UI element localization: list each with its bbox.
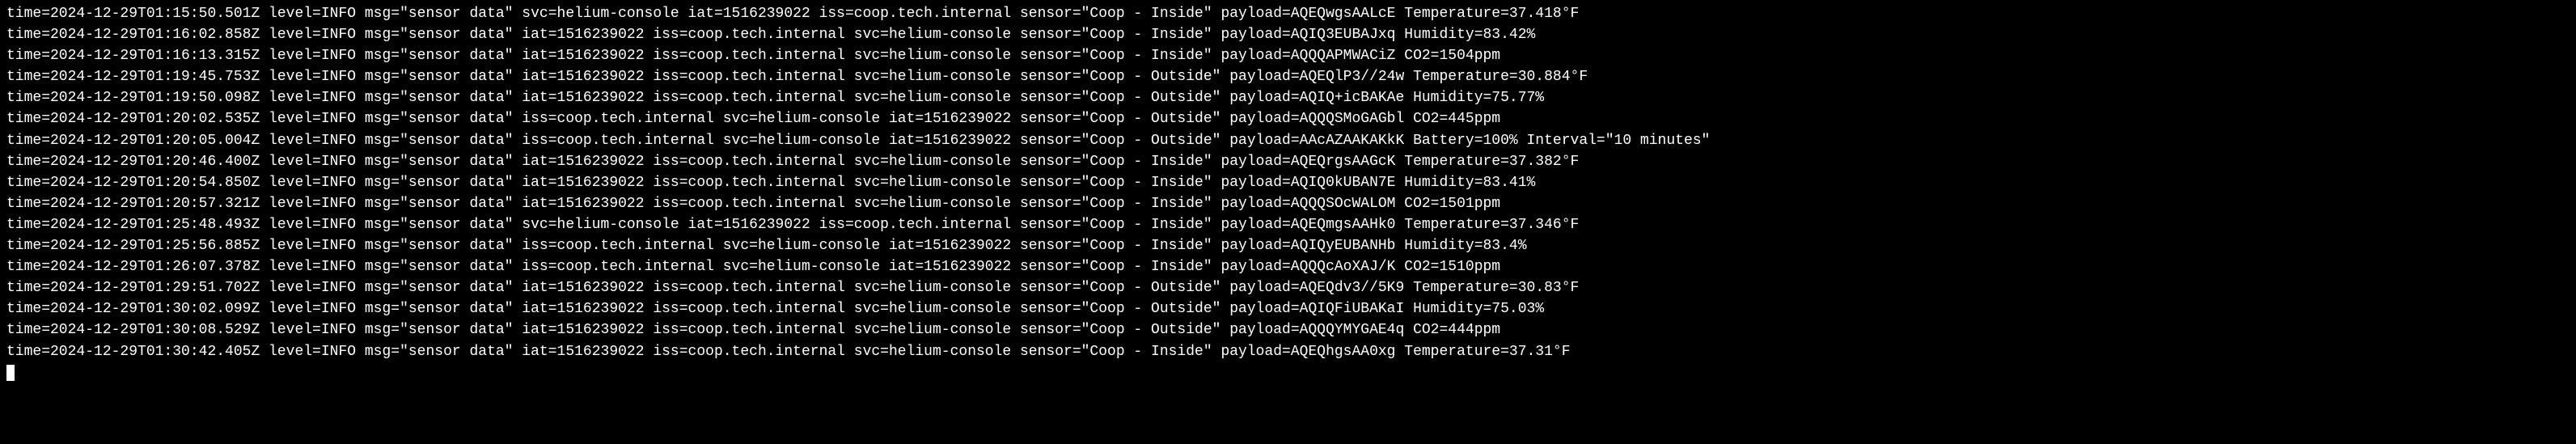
log-line: time=2024-12-29T01:30:42.405Z level=INFO… xyxy=(6,341,2570,362)
log-line: time=2024-12-29T01:20:54.850Z level=INFO… xyxy=(6,172,2570,193)
log-line: time=2024-12-29T01:30:08.529Z level=INFO… xyxy=(6,319,2570,340)
log-line: time=2024-12-29T01:29:51.702Z level=INFO… xyxy=(6,277,2570,298)
log-line: time=2024-12-29T01:20:02.535Z level=INFO… xyxy=(6,108,2570,129)
log-line: time=2024-12-29T01:20:46.400Z level=INFO… xyxy=(6,151,2570,172)
log-line: time=2024-12-29T01:20:57.321Z level=INFO… xyxy=(6,193,2570,214)
log-output: time=2024-12-29T01:15:50.501Z level=INFO… xyxy=(6,3,2570,383)
log-line: time=2024-12-29T01:30:02.099Z level=INFO… xyxy=(6,298,2570,319)
cursor-line xyxy=(6,362,2570,383)
log-line: time=2024-12-29T01:25:48.493Z level=INFO… xyxy=(6,214,2570,235)
log-line: time=2024-12-29T01:20:05.004Z level=INFO… xyxy=(6,130,2570,151)
log-line: time=2024-12-29T01:16:13.315Z level=INFO… xyxy=(6,45,2570,66)
log-line: time=2024-12-29T01:16:02.858Z level=INFO… xyxy=(6,24,2570,45)
log-line: time=2024-12-29T01:19:50.098Z level=INFO… xyxy=(6,87,2570,108)
log-line: time=2024-12-29T01:15:50.501Z level=INFO… xyxy=(6,3,2570,24)
log-line: time=2024-12-29T01:25:56.885Z level=INFO… xyxy=(6,235,2570,256)
terminal-cursor xyxy=(6,365,15,381)
log-line: time=2024-12-29T01:19:45.753Z level=INFO… xyxy=(6,66,2570,87)
log-line: time=2024-12-29T01:26:07.378Z level=INFO… xyxy=(6,256,2570,277)
